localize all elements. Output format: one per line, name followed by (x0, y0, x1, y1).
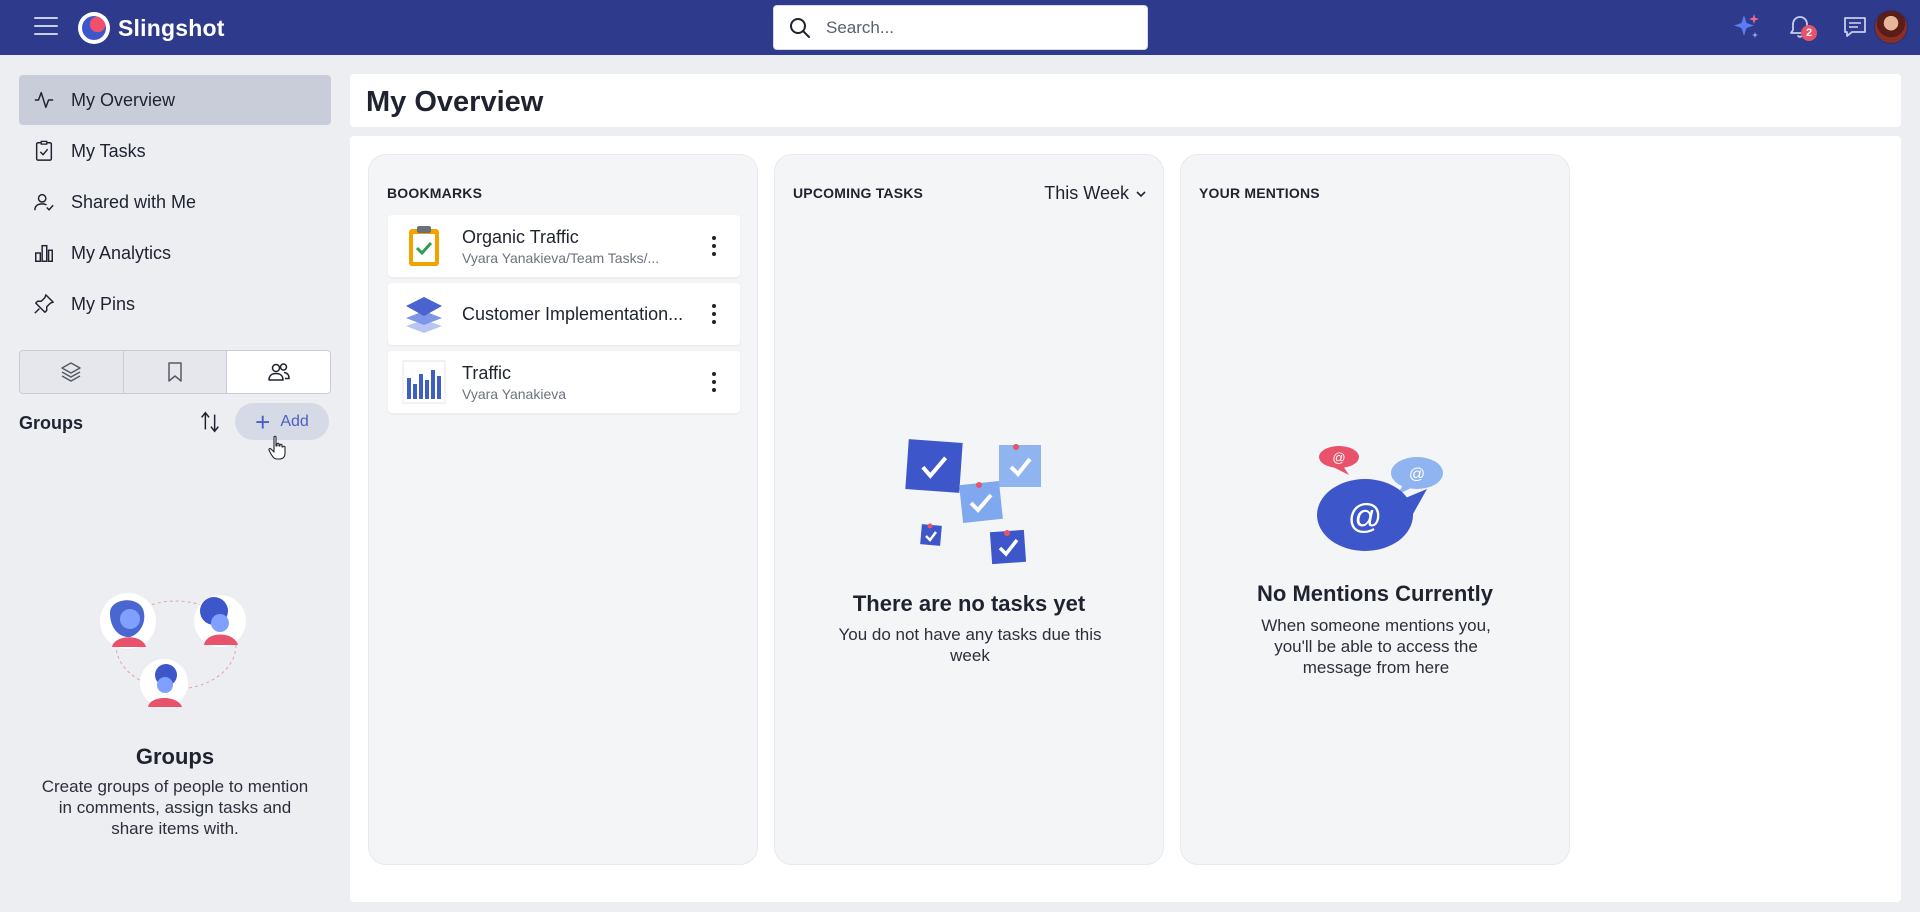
bookmark-item[interactable]: Traffic Vyara Yanakieva (388, 351, 740, 413)
bookmark-more-button[interactable] (696, 362, 732, 402)
sidebar-item-label: My Overview (71, 89, 176, 110)
sidebar-item-my-pins[interactable]: My Pins (19, 279, 331, 329)
svg-text:@: @ (1332, 450, 1345, 465)
bookmark-title: Organic Traffic (462, 226, 579, 247)
more-vertical-icon (712, 304, 716, 324)
top-bar: Slingshot 2 (0, 0, 1920, 55)
groups-empty-text: Create groups of people to mention in co… (41, 777, 309, 838)
user-check-icon (34, 193, 54, 211)
segment-groups[interactable] (227, 351, 330, 393)
bookmark-item[interactable]: Organic Traffic Vyara Yanakieva/Team Tas… (388, 215, 740, 277)
tasks-empty-illustration (905, 439, 1041, 565)
mentions-empty-text: When someone mentions you, you'll be abl… (1261, 616, 1491, 677)
hand-cursor-icon (268, 435, 286, 460)
pin-icon (34, 294, 54, 314)
upcoming-tasks-heading: UPCOMING TASKS (793, 185, 924, 201)
avatar-image (1874, 10, 1908, 44)
segment-bookmarks[interactable] (124, 351, 228, 393)
more-vertical-icon (712, 236, 716, 256)
sidebar: My Overview My Tasks Shared with Me My A… (0, 55, 340, 912)
app-name: Slingshot (118, 14, 225, 41)
more-vertical-icon (712, 372, 716, 392)
search-input[interactable] (826, 17, 1126, 38)
search-box[interactable] (773, 5, 1148, 50)
bookmark-more-button[interactable] (696, 294, 732, 334)
upcoming-tasks-panel: UPCOMING TASKS This Week There are no ta… (774, 154, 1164, 865)
bookmark-item[interactable]: Customer Implementation... (388, 283, 740, 345)
overview-content: BOOKMARKS Organic Traffic Vyara Yanakiev… (350, 136, 1901, 902)
groups-heading: Groups (19, 413, 84, 433)
tasks-empty-text: You do not have any tasks due this week (838, 625, 1102, 665)
page-title: My Overview (366, 86, 544, 118)
search-icon (790, 17, 810, 38)
sort-button[interactable] (196, 407, 224, 437)
groups-empty-title: Groups (135, 744, 215, 769)
sort-arrows-icon (201, 411, 219, 433)
mentions-panel: YOUR MENTIONS @ @ @ No Mentions Currentl… (1180, 154, 1570, 865)
bookmark-icon (168, 362, 182, 382)
bar-chart-icon (35, 244, 53, 262)
clipboard-check-icon (409, 226, 439, 266)
bookmarks-panel: BOOKMARKS Organic Traffic Vyara Yanakiev… (368, 154, 758, 865)
menu-icon[interactable] (34, 17, 58, 37)
sidebar-item-label: My Analytics (71, 242, 172, 263)
activity-icon (34, 91, 54, 109)
segment-layers[interactable] (20, 351, 124, 393)
tasks-empty-title: There are no tasks yet (852, 591, 1086, 616)
users-icon (267, 363, 290, 381)
mentions-empty-illustration: @ @ @ (1317, 446, 1443, 551)
user-avatar[interactable] (1874, 10, 1908, 44)
plus-icon: + (255, 406, 271, 437)
svg-text:@: @ (1409, 466, 1425, 483)
notification-bell-icon[interactable]: 2 (1783, 10, 1817, 44)
sidebar-item-label: Shared with Me (71, 191, 197, 212)
mentions-empty-title: No Mentions Currently (1257, 581, 1493, 606)
chat-icon[interactable] (1838, 10, 1872, 44)
sidebar-item-label: My Tasks (71, 140, 146, 161)
sidebar-item-label: My Pins (71, 293, 136, 314)
bookmark-subtitle: Vyara Yanakieva (462, 385, 567, 402)
layers-icon (61, 362, 82, 382)
sidebar-item-my-tasks[interactable]: My Tasks (19, 126, 331, 176)
ai-sparkle-icon[interactable] (1729, 10, 1763, 44)
notification-badge: 2 (1801, 25, 1817, 41)
week-filter-label: This Week (1044, 183, 1129, 203)
bookmarks-heading: BOOKMARKS (387, 185, 483, 201)
layers-stack-icon (406, 297, 442, 333)
bookmark-subtitle: Vyara Yanakieva/Team Tasks/... (462, 249, 660, 266)
sidebar-segment-control (19, 350, 331, 394)
sidebar-item-my-overview[interactable]: My Overview (19, 75, 331, 125)
svg-text:@: @ (1348, 498, 1383, 536)
sidebar-item-my-analytics[interactable]: My Analytics (19, 228, 331, 278)
app-logo[interactable]: Slingshot (78, 12, 225, 44)
bookmark-more-button[interactable] (696, 226, 732, 266)
bookmark-title: Traffic (462, 362, 512, 383)
groups-illustration (100, 593, 246, 707)
week-filter-dropdown[interactable]: This Week (1044, 183, 1147, 204)
sidebar-item-shared-with-me[interactable]: Shared with Me (19, 177, 331, 227)
chevron-down-icon (1136, 190, 1146, 197)
task-check-icon (35, 140, 53, 161)
mentions-heading: YOUR MENTIONS (1199, 185, 1320, 201)
add-button-label: Add (280, 412, 309, 430)
slingshot-logo-icon (78, 12, 110, 44)
page-header: My Overview (350, 74, 1901, 127)
dashboard-chart-icon (402, 360, 446, 404)
bookmark-title: Customer Implementation... (462, 303, 684, 324)
